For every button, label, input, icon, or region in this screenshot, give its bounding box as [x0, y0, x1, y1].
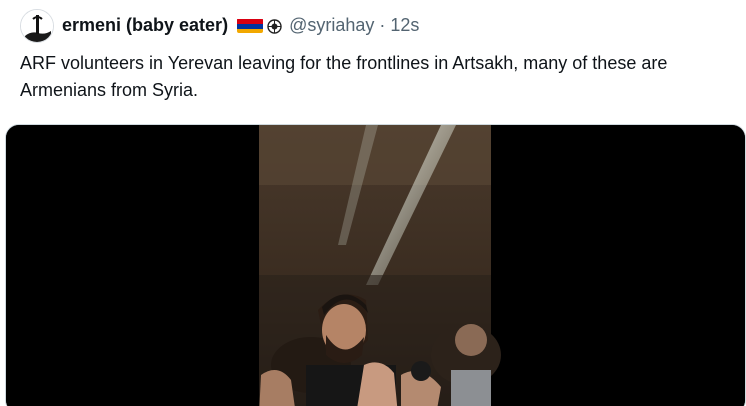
avatar[interactable] [20, 9, 54, 43]
video-frame [6, 125, 745, 406]
separator-dot: · [379, 14, 386, 35]
tweet-header: ermeni (baby eater) @syriahay · 12s [62, 12, 419, 38]
display-name[interactable]: ermeni (baby eater) [62, 15, 228, 36]
video-player[interactable] [5, 124, 746, 406]
arf-emblem-icon [267, 18, 282, 34]
armenia-flag-icon [237, 18, 264, 33]
tweet-text: ARF volunteers in Yerevan leaving for th… [20, 53, 668, 100]
user-handle[interactable]: @syriahay [289, 15, 374, 36]
tweet-card[interactable]: ermeni (baby eater) @syriahay · 12s ARF … [0, 0, 746, 406]
timestamp[interactable]: 12s [390, 15, 419, 36]
avatar-image [21, 10, 53, 42]
